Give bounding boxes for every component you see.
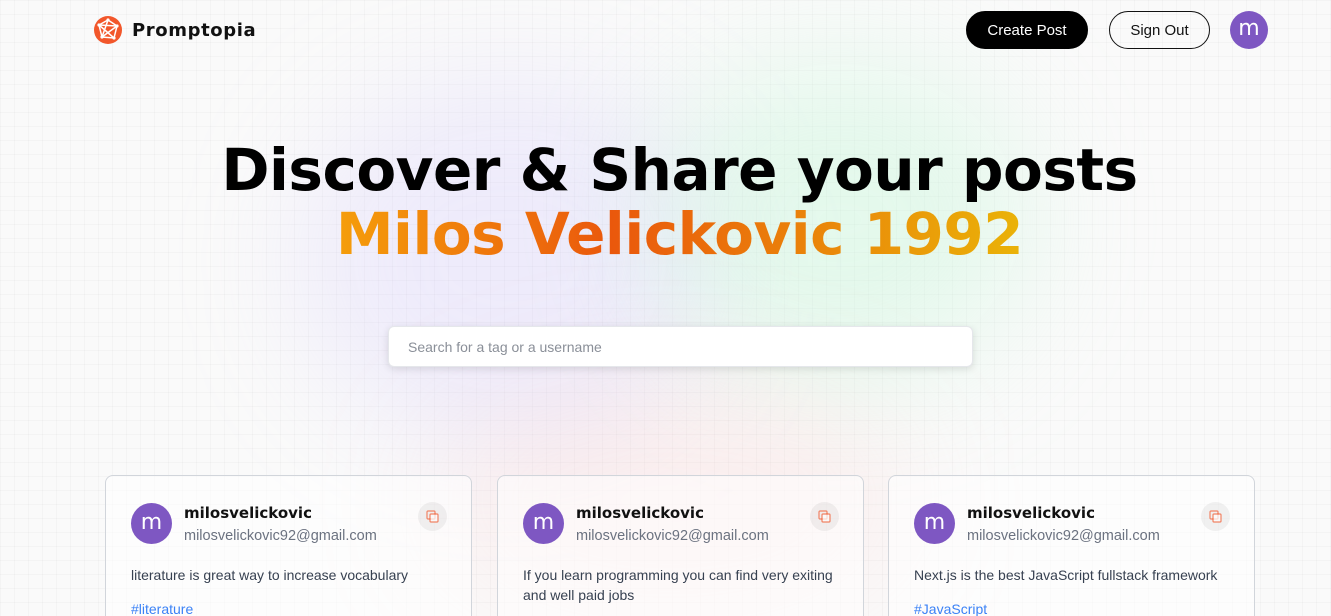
user-email: milosvelickovic92@gmail.com [576,528,769,544]
profile-avatar[interactable]: m [1230,11,1268,49]
prompt-card: m milosvelickovic milosvelickovic92@gmai… [105,475,472,616]
prompt-tag[interactable]: #literature [131,601,193,616]
logo-link[interactable]: Promptopia [93,15,256,45]
page-subtitle: Milos Velickovic 1992 [335,200,1024,268]
copy-button[interactable] [418,502,447,531]
prompt-text: Next.js is the best JavaScript fullstack… [914,567,1218,583]
page-subtitle-wrap: Milos Velickovic 1992 [0,200,1331,268]
copy-icon [426,510,439,523]
copy-button[interactable] [1201,502,1230,531]
create-post-button[interactable]: Create Post [966,11,1088,49]
search-input[interactable] [388,326,973,367]
prompt-tag[interactable]: #JavaScript [914,601,987,616]
username[interactable]: milosvelickovic [184,504,312,522]
sign-out-button[interactable]: Sign Out [1109,11,1210,49]
copy-icon [818,510,831,523]
username[interactable]: milosvelickovic [967,504,1095,522]
username[interactable]: milosvelickovic [576,504,704,522]
prompt-text: literature is great way to increase voca… [131,567,409,583]
avatar[interactable]: m [523,503,564,544]
top-nav: Promptopia Create Post Sign Out m [0,0,1331,62]
logo-text: Promptopia [132,19,257,41]
avatar[interactable]: m [131,503,172,544]
logo-icon [94,16,122,44]
user-email: milosvelickovic92@gmail.com [967,528,1160,544]
copy-button[interactable] [810,502,839,531]
page-title: Discover & Share your posts [221,136,1138,204]
prompt-card: m milosvelickovic milosvelickovic92@gmai… [497,475,864,616]
prompt-card: m milosvelickovic milosvelickovic92@gmai… [888,475,1255,616]
avatar[interactable]: m [914,503,955,544]
user-email: milosvelickovic92@gmail.com [184,528,377,544]
copy-icon [1209,510,1222,523]
prompt-text: If you learn programming you can find ve… [523,567,833,603]
